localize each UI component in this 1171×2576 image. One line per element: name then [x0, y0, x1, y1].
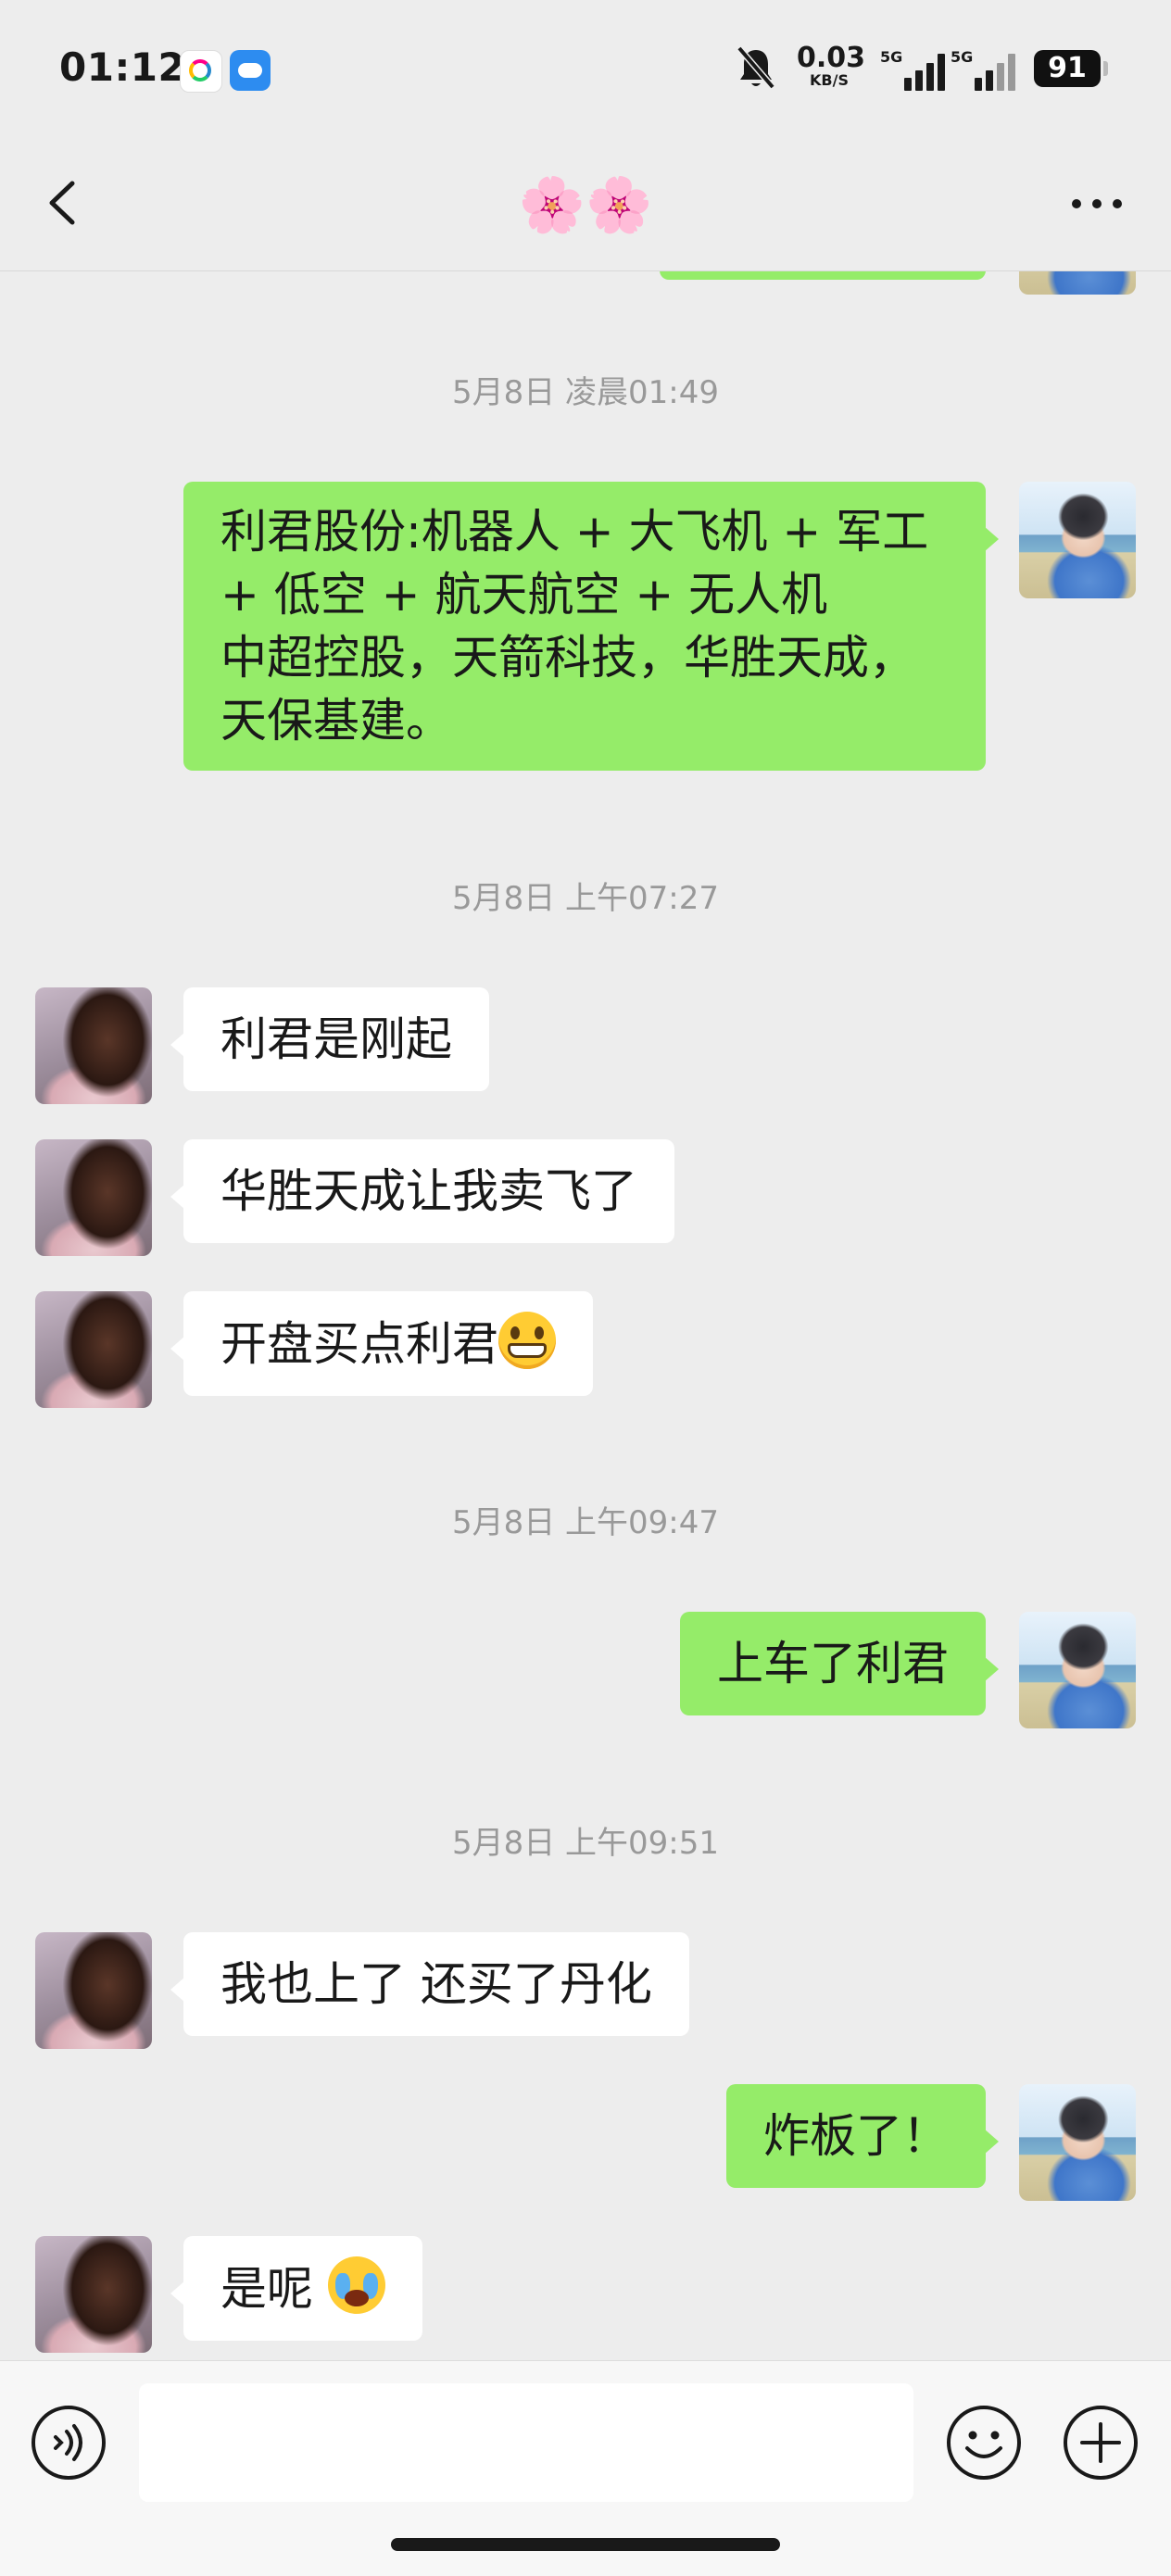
- message-bubble-partial[interactable]: [660, 270, 986, 280]
- signal-label: 5G: [880, 48, 903, 66]
- message-input[interactable]: [139, 2383, 913, 2502]
- avatar[interactable]: [35, 1932, 152, 2049]
- mute-bell-icon: [737, 45, 775, 90]
- net-speed-unit: KB/S: [810, 71, 849, 89]
- message-bubble[interactable]: 华胜天成让我卖飞了: [170, 1139, 674, 1243]
- signal-label: 5G: [951, 48, 974, 66]
- signal-icon: 5G: [951, 48, 1015, 91]
- net-speed: 0.03 KB/S: [797, 42, 866, 89]
- app-icon: [180, 50, 222, 93]
- avatar[interactable]: [35, 2236, 152, 2353]
- timestamp: 5月8日 上午09:47: [451, 1504, 720, 1541]
- message-bubble[interactable]: 开盘买点利君: [170, 1291, 593, 1396]
- message-text: 是呢: [220, 2262, 328, 2316]
- message-bubble[interactable]: 我也上了 还买了丹化: [170, 1932, 689, 2036]
- home-indicator[interactable]: [391, 2538, 780, 2551]
- avatar[interactable]: [35, 987, 152, 1104]
- weather-icon: [230, 50, 271, 91]
- message-list[interactable]: 5月8日 凌晨01:49 利君股份:机器人 + 大飞机 + 军工 + 低空 + …: [0, 270, 1171, 2360]
- emoji-icon[interactable]: [945, 2404, 1023, 2482]
- grimacing-face-icon: [498, 1312, 556, 1369]
- avatar[interactable]: [35, 1139, 152, 1256]
- message-bubble[interactable]: 利君股份:机器人 + 大飞机 + 军工 + 低空 + 航天航空 + 无人机 中超…: [183, 482, 999, 771]
- battery-icon: 91: [1034, 50, 1108, 87]
- signal-icon: 5G: [880, 48, 945, 91]
- status-bar: 01:12 0.03 KB/S 5G 5G 91: [0, 0, 1171, 139]
- message-text: 开盘买点利君: [220, 1317, 498, 1371]
- message-bubble[interactable]: 是呢: [170, 2236, 422, 2341]
- status-time: 01:12: [59, 44, 186, 90]
- chat-title: 🌸🌸: [518, 173, 653, 236]
- status-indicators: 0.03 KB/S 5G 5G 91: [708, 44, 1171, 96]
- loudly-crying-face-icon: [327, 2256, 385, 2314]
- message-bubble[interactable]: 上车了利君: [680, 1612, 999, 1715]
- plus-icon[interactable]: [1062, 2404, 1140, 2482]
- avatar[interactable]: [1019, 1612, 1136, 1728]
- chat-header: 🌸🌸: [0, 139, 1171, 271]
- more-dots-icon[interactable]: [1060, 170, 1134, 235]
- avatar[interactable]: [1019, 482, 1136, 598]
- avatar[interactable]: [1019, 270, 1136, 295]
- timestamp: 5月8日 上午07:27: [451, 880, 720, 917]
- net-speed-value: 0.03: [797, 42, 866, 74]
- timestamp: 5月8日 上午09:51: [451, 1825, 720, 1862]
- avatar[interactable]: [35, 1291, 152, 1408]
- message-bubble[interactable]: 利君是刚起: [170, 987, 489, 1091]
- timestamp: 5月8日 凌晨01:49: [451, 374, 720, 411]
- avatar[interactable]: [1019, 2084, 1136, 2201]
- message-bubble[interactable]: 炸板了！: [726, 2084, 999, 2188]
- voice-icon[interactable]: [30, 2404, 107, 2482]
